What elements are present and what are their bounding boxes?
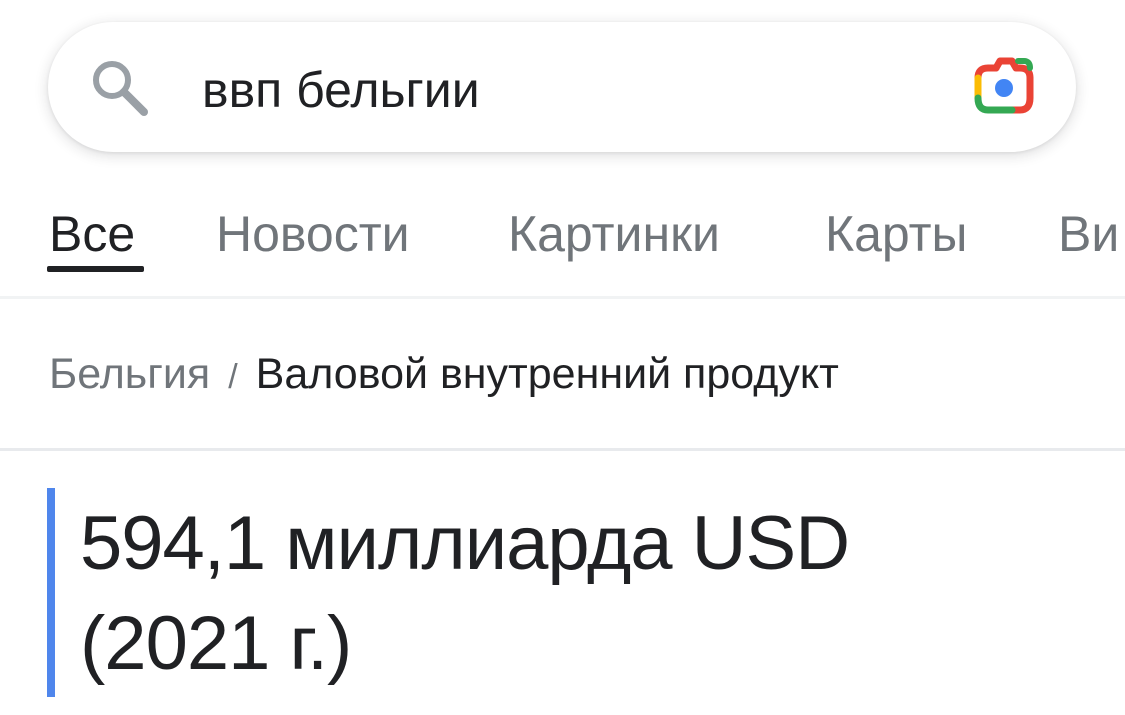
breadcrumb-parent-link[interactable]: Бельгия — [49, 350, 210, 398]
tabs-divider — [0, 296, 1125, 299]
breadcrumb: Бельгия / Валовой внутренний продукт — [49, 344, 839, 404]
google-lens-icon[interactable] — [968, 56, 1040, 120]
answer-value: 594,1 миллиарда USD (2021 г.) — [80, 494, 1080, 694]
tab-videos[interactable]: Ви — [1058, 202, 1119, 266]
answer-year: (2021 г.) — [80, 601, 352, 686]
active-tab-indicator — [47, 266, 144, 272]
answer-amount: 594,1 миллиарда USD — [80, 501, 850, 586]
search-icon[interactable] — [88, 56, 150, 118]
tab-all[interactable]: Все — [49, 202, 135, 266]
tab-images[interactable]: Картинки — [508, 202, 720, 266]
breadcrumb-separator: / — [228, 358, 238, 396]
search-input[interactable] — [202, 52, 942, 128]
search-tabs: Все Новости Картинки Карты Ви — [0, 196, 1125, 296]
tab-news[interactable]: Новости — [216, 202, 410, 266]
tab-maps[interactable]: Карты — [825, 202, 967, 266]
content-divider — [0, 448, 1125, 451]
answer-accent-bar — [47, 488, 55, 697]
breadcrumb-current[interactable]: Валовой внутренний продукт — [256, 350, 839, 398]
